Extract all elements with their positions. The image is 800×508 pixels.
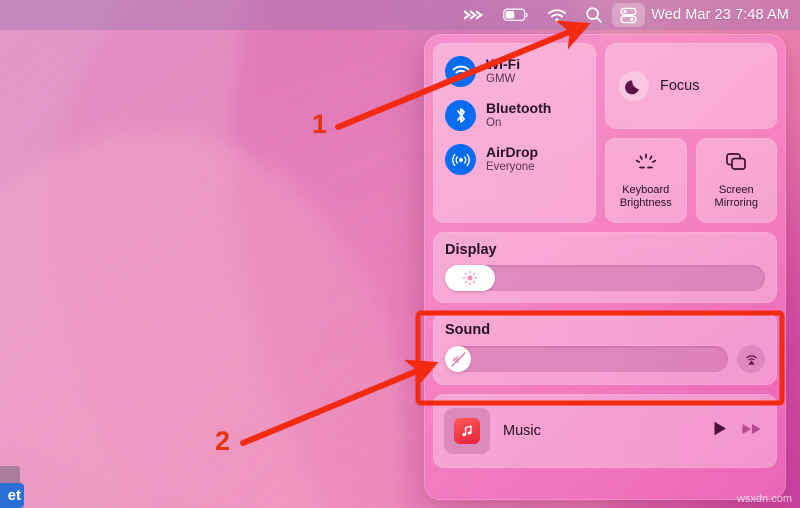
connectivity-tile: Wi-Fi GMW Bluetooth On AirDrop Everyone [433, 43, 596, 223]
airdrop-title: AirDrop [486, 144, 539, 161]
airdrop-text: AirDrop Everyone [486, 145, 538, 174]
keyboard-brightness-tile[interactable]: Keyboard Brightness [605, 138, 687, 223]
bluetooth-icon[interactable] [445, 100, 476, 131]
play-button[interactable] [710, 419, 729, 443]
sound-title: Sound [445, 322, 491, 338]
annotation-marker-1: 1 [312, 109, 328, 139]
control-center-panel: Wi-Fi GMW Bluetooth On AirDrop Everyone … [424, 34, 786, 500]
bluetooth-row[interactable]: Bluetooth On [445, 100, 596, 131]
wallpaper-band-4 [0, 67, 477, 508]
app-chevrons-icon[interactable] [454, 0, 494, 30]
annotation-marker-2: 2 [215, 426, 231, 456]
menu-bar: Wed Mar 23 7:48 AM [0, 0, 800, 30]
speaker-mute-icon [450, 351, 466, 367]
keyboard-brightness-label-line1: Keyboard [622, 184, 670, 197]
display-section: Display [433, 232, 777, 303]
annotation-arrow-2 [240, 359, 439, 446]
battery-icon[interactable] [494, 0, 538, 30]
sound-slider-wrap [445, 345, 765, 373]
display-slider-knob[interactable] [445, 265, 495, 291]
control-center-icon[interactable] [612, 3, 646, 27]
bluetooth-text: Bluetooth On [486, 101, 551, 130]
focus-label: Focus [660, 78, 700, 94]
airdrop-icon[interactable] [445, 144, 476, 175]
airdrop-row[interactable]: AirDrop Everyone [445, 144, 596, 175]
sound-section: Sound [433, 312, 777, 385]
bluetooth-subtitle: On [486, 117, 502, 130]
airplay-audio-button[interactable] [737, 345, 765, 373]
watermark: wsxdn.com [736, 493, 792, 505]
control-center-small-tiles: Keyboard Brightness Screen Mirroring [605, 138, 777, 223]
keyboard-brightness-label: Keyboard Brightness [620, 184, 672, 210]
desktop-blue-button-fragment[interactable]: et [0, 483, 24, 508]
screen-mirroring-tile[interactable]: Screen Mirroring [695, 138, 777, 223]
display-title: Display [445, 242, 497, 258]
desktop-blue-button-label: et [7, 487, 21, 504]
keyboard-brightness-icon [631, 151, 661, 178]
keyboard-brightness-label-line2: Brightness [619, 197, 672, 209]
wifi-subtitle: GMW [486, 73, 516, 86]
airplay-audio-icon [745, 354, 757, 365]
wifi-row[interactable]: Wi-Fi GMW [445, 56, 596, 87]
screen-mirroring-label-line2: Mirroring [714, 197, 758, 209]
wifi-icon[interactable] [538, 0, 576, 30]
screen-mirroring-label: Screen Mirroring [715, 184, 758, 210]
music-section[interactable]: Music [433, 394, 777, 468]
music-label: Music [503, 423, 541, 439]
sound-slider-knob[interactable] [445, 346, 471, 372]
brightness-sun-icon [462, 270, 478, 286]
screen-mirroring-icon [723, 151, 749, 178]
music-transport-controls [710, 419, 763, 443]
control-center-right-column: Focus Keyboard Brightness Screen Mirrori… [605, 43, 777, 223]
display-slider-wrap [445, 265, 765, 291]
desktop-screen: et Wed Mar 23 7:48 AM Wi-Fi GMW Bluetoot… [0, 0, 800, 508]
bluetooth-title: Bluetooth [486, 100, 552, 117]
music-icon-container [444, 408, 490, 454]
menubar-clock[interactable]: Wed Mar 23 7:48 AM [645, 7, 791, 23]
airdrop-subtitle: Everyone [486, 161, 535, 174]
moon-icon [619, 71, 649, 101]
sound-slider[interactable] [445, 346, 728, 372]
control-center-top-row: Wi-Fi GMW Bluetooth On AirDrop Everyone … [433, 43, 777, 223]
fast-forward-button[interactable] [741, 421, 763, 442]
display-slider[interactable] [445, 265, 765, 291]
wifi-icon[interactable] [445, 56, 476, 87]
focus-tile[interactable]: Focus [605, 43, 777, 129]
search-icon[interactable] [576, 0, 612, 30]
wifi-title: Wi-Fi [486, 56, 521, 73]
wifi-text: Wi-Fi GMW [486, 57, 520, 86]
screen-mirroring-label-line1: Screen [718, 184, 754, 197]
music-app-icon [454, 418, 480, 444]
